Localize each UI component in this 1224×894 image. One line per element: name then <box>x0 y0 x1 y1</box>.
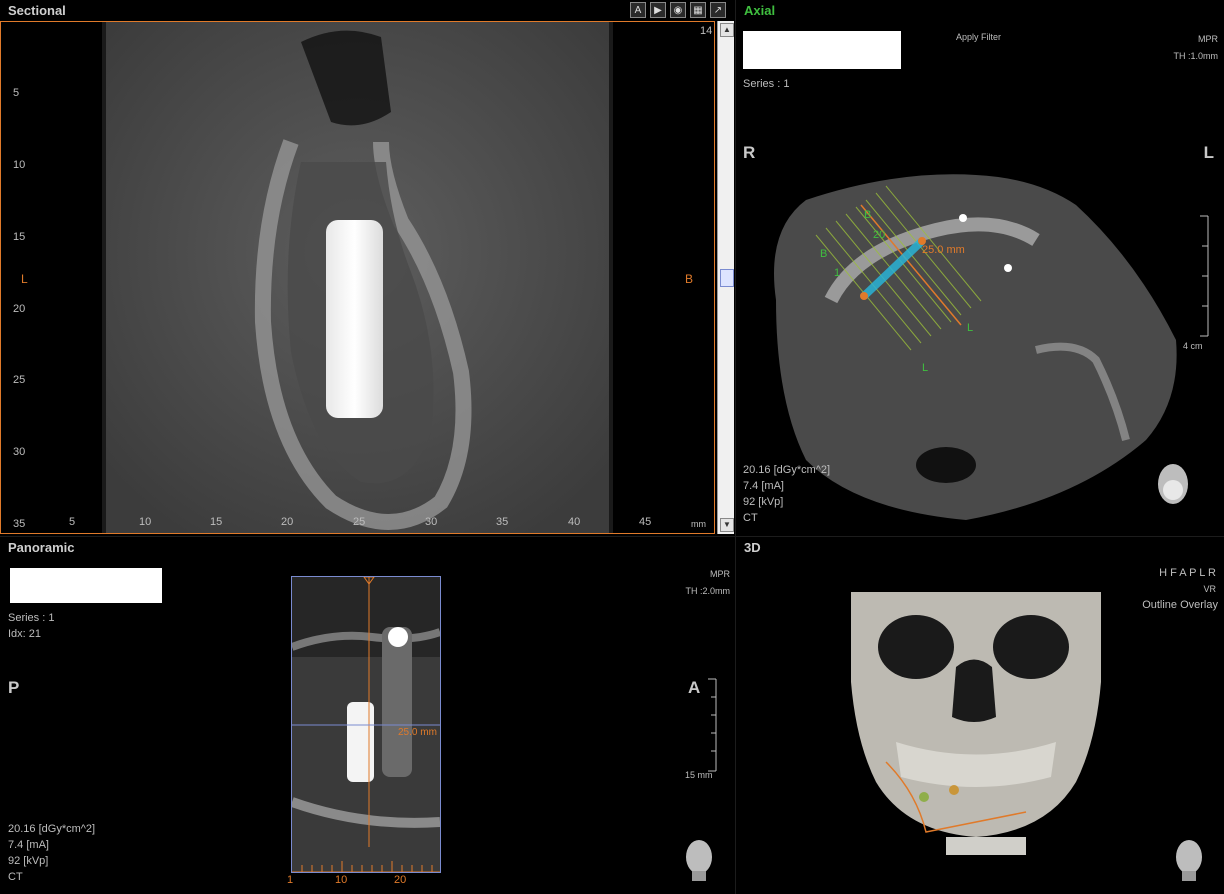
maximize-button[interactable]: ↗ <box>710 2 726 18</box>
overlay-label: L <box>967 322 974 334</box>
panel-title: 3D <box>744 540 761 555</box>
implant-shape <box>326 220 383 418</box>
y-tick: 30 <box>13 446 26 458</box>
current-label: 7.4 [mA] <box>8 839 49 851</box>
sectional-panel[interactable]: Sectional A ▶ ◉ ▦ ↗ 14 L B 5 10 15 20 25… <box>0 0 735 536</box>
voltage-label: 92 [kVp] <box>8 855 49 867</box>
mode-label: MPR <box>710 569 730 579</box>
sectional-toolbar: A ▶ ◉ ▦ ↗ <box>630 2 730 20</box>
panoramic-ct-image <box>292 577 440 872</box>
x-tick: 15 <box>210 516 223 528</box>
orientation-left-label: L <box>21 272 28 286</box>
panel-title: Panoramic <box>8 540 75 555</box>
thickness-label: TH :2.0mm <box>685 586 730 596</box>
slice-scrollbar[interactable]: ▲ ▼ <box>717 21 734 534</box>
orientation-buttons[interactable]: H F A P L R <box>1159 567 1216 579</box>
scroll-thumb[interactable] <box>720 269 734 287</box>
y-tick: 35 <box>13 518 26 530</box>
scroll-down-button[interactable]: ▼ <box>720 518 734 532</box>
current-label: 7.4 [mA] <box>743 480 784 492</box>
annotation-tool-button[interactable]: A <box>630 2 646 18</box>
head-orientation-icon[interactable] <box>1156 460 1190 508</box>
sectional-viewport[interactable]: 14 L B 5 10 15 20 25 30 35 5 10 15 20 25… <box>0 21 715 534</box>
overlay-label: 20 <box>873 229 886 241</box>
x-tick: 35 <box>496 516 509 528</box>
x-tick: 10 <box>335 874 348 886</box>
dose-label: 20.16 [dGy*cm^2] <box>743 464 831 476</box>
overlay-label: B <box>864 209 872 221</box>
overlay-label: B <box>820 248 828 260</box>
slice-number: 14 <box>700 25 713 37</box>
orientation-right-label: B <box>685 272 694 286</box>
y-tick: 5 <box>13 87 20 99</box>
x-tick: 20 <box>394 874 407 886</box>
outline-overlay-toggle[interactable]: Outline Overlay <box>1142 599 1218 611</box>
overlay-label: 1 <box>834 267 841 279</box>
y-tick: 25 <box>13 374 26 386</box>
x-tick: 1 <box>287 874 294 886</box>
orientation-left-label: P <box>8 678 20 697</box>
voltage-label: 92 [kVp] <box>743 496 784 508</box>
modality-label: CT <box>8 871 23 883</box>
series-label: Series : 1 <box>8 612 55 624</box>
axial-ct-image <box>774 174 1209 520</box>
modality-label: CT <box>743 512 758 524</box>
x-tick: 40 <box>568 516 581 528</box>
sectional-ct-image <box>102 22 613 533</box>
head-orientation-icon[interactable] <box>1172 837 1206 883</box>
x-tick: 30 <box>425 516 438 528</box>
scroll-up-button[interactable]: ▲ <box>720 23 734 37</box>
dose-label: 20.16 [dGy*cm^2] <box>8 823 96 835</box>
play-button[interactable]: ▶ <box>650 2 666 18</box>
scale-label: 15 mm <box>685 770 713 780</box>
x-tick: 5 <box>69 516 76 528</box>
x-unit: mm <box>691 519 706 529</box>
overlay-label: L <box>922 362 929 374</box>
y-tick: 15 <box>13 231 26 243</box>
x-tick: 25 <box>353 516 366 528</box>
scale-label: 4 cm <box>1183 341 1203 351</box>
skull-3d-render[interactable] <box>846 592 1106 862</box>
panel-title: Sectional <box>8 3 66 18</box>
x-tick: 45 <box>639 516 652 528</box>
render-mode-label: VR <box>1203 584 1216 594</box>
panoramic-viewport[interactable]: 25.0 mm <box>291 576 441 873</box>
x-tick: 10 <box>139 516 152 528</box>
panoramic-panel[interactable]: Panoramic Series : 1 Idx: 21 P A MPR TH … <box>0 537 735 894</box>
index-label: Idx: 21 <box>8 628 42 640</box>
head-orientation-icon[interactable] <box>682 837 716 883</box>
y-tick: 10 <box>13 159 26 171</box>
measurement-label: 25.0 mm <box>922 244 965 256</box>
axial-panel[interactable]: Axial Apply Filter MPR TH :1.0mm Series … <box>736 0 1224 536</box>
y-tick: 20 <box>13 303 26 315</box>
measurement-label: 25.0 mm <box>398 727 437 738</box>
3d-panel[interactable]: 3D H F A P L R VR Outline Overlay <box>736 537 1224 894</box>
capture-button[interactable]: ◉ <box>670 2 686 18</box>
x-tick: 20 <box>281 516 294 528</box>
scale-bar <box>708 678 717 772</box>
patient-info-redacted <box>10 568 162 603</box>
layout-button[interactable]: ▦ <box>690 2 706 18</box>
